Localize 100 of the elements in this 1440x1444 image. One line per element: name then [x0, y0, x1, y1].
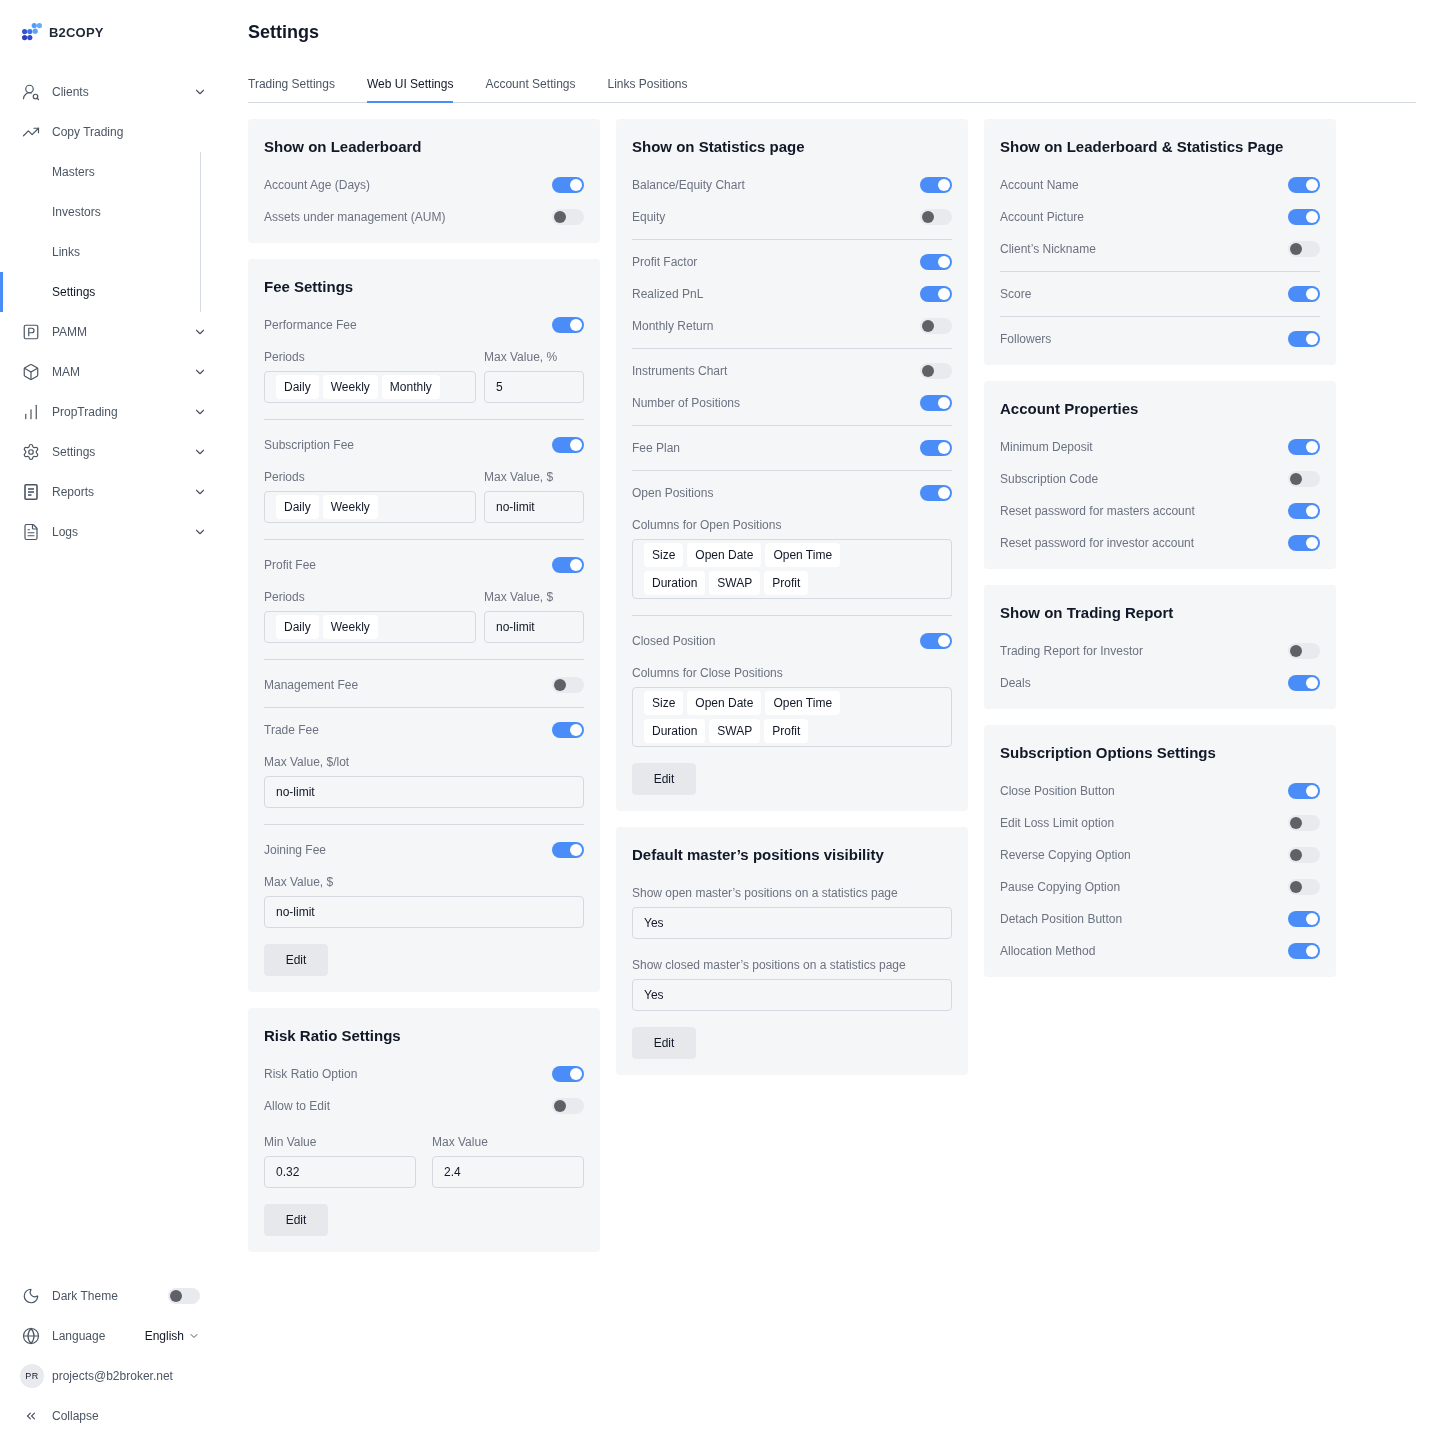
setting-label: Allocation Method	[1000, 943, 1096, 960]
nav-item[interactable]: Logs	[0, 512, 224, 552]
tab[interactable]: Web UI Settings	[366, 76, 454, 103]
toggle-switch[interactable]	[920, 318, 952, 334]
setting-label: Joining Fee	[264, 842, 327, 859]
nav-item[interactable]: PAMM	[0, 312, 224, 352]
toggle-switch[interactable]	[552, 1098, 584, 1114]
toggle-switch[interactable]	[1288, 439, 1320, 455]
input-field[interactable]: Yes	[632, 907, 952, 939]
input-field[interactable]: 5	[484, 371, 584, 403]
setting-label: Dark Theme	[52, 1289, 119, 1303]
nav-item[interactable]: Copy Trading	[0, 112, 224, 152]
toggle-switch[interactable]	[1288, 643, 1320, 659]
input-field[interactable]: 0.32	[264, 1156, 416, 1188]
periods-field[interactable]: Daily Weekly	[264, 491, 476, 523]
toggle-switch[interactable]	[1288, 503, 1320, 519]
toggle-switch[interactable]	[1288, 675, 1320, 691]
toggle-switch[interactable]	[920, 286, 952, 302]
toggle-switch[interactable]	[920, 209, 952, 225]
toggle-switch[interactable]	[552, 317, 584, 333]
toggle-switch[interactable]	[168, 1288, 200, 1304]
nav-subitem[interactable]: Masters	[0, 152, 200, 192]
toggle-switch[interactable]	[920, 633, 952, 649]
toggle-switch[interactable]	[920, 177, 952, 193]
column-tag: Open Date	[687, 543, 762, 567]
toggle-switch[interactable]	[920, 363, 952, 379]
page-title: Settings	[248, 22, 319, 42]
toggle-switch[interactable]	[552, 437, 584, 453]
toggle-switch[interactable]	[1288, 209, 1320, 225]
field-label: Columns for Open Positions	[632, 517, 783, 534]
input-field[interactable]: 2.4	[432, 1156, 584, 1188]
toggle-switch[interactable]	[920, 440, 952, 456]
toggle-switch[interactable]	[1288, 847, 1320, 863]
card-title: Show on Leaderboard	[264, 137, 423, 157]
toggle-switch[interactable]	[1288, 911, 1320, 927]
periods-field[interactable]: Daily Weekly Monthly	[264, 371, 476, 403]
setting-label: Followers	[1000, 331, 1052, 348]
toggle-switch[interactable]	[1288, 241, 1320, 257]
period-tag: Daily	[276, 615, 319, 639]
toggle-switch[interactable]	[1288, 783, 1320, 799]
toggle-switch[interactable]	[1288, 331, 1320, 347]
setting-label: Account Age (Days)	[264, 177, 371, 194]
nav-subitem[interactable]: Links	[0, 232, 200, 272]
setting-label: Closed Position	[632, 633, 716, 650]
card-title: Account Properties	[1000, 399, 1140, 419]
column-tag: Size	[644, 543, 684, 567]
edit-button[interactable]: Edit	[264, 1204, 328, 1236]
tab[interactable]: Links Positions	[607, 76, 688, 103]
collapse-button[interactable]: Collapse	[0, 1396, 99, 1436]
toggle-switch[interactable]	[1288, 879, 1320, 895]
cube-icon	[22, 363, 40, 381]
columns-field[interactable]: Size Open Date Open Time Duration SWAP Profit	[632, 539, 952, 599]
toggle-switch[interactable]	[552, 677, 584, 693]
toggle-switch[interactable]	[552, 722, 584, 738]
toggle-switch[interactable]	[1288, 286, 1320, 302]
input-field[interactable]: Yes	[632, 979, 952, 1011]
edit-button[interactable]: Edit	[264, 944, 328, 976]
setting-label: Balance/Equity Chart	[632, 177, 745, 194]
toggle-switch[interactable]	[552, 1066, 584, 1082]
input-field[interactable]: no-limit	[264, 896, 584, 928]
setting-label: Trading Report for Investor	[1000, 643, 1143, 660]
setting-label: Profit Factor	[632, 254, 698, 271]
nav-subitem[interactable]: Investors	[0, 192, 200, 232]
toggle-switch[interactable]	[1288, 815, 1320, 831]
setting-label: Edit Loss Limit option	[1000, 815, 1115, 832]
toggle-switch[interactable]	[1288, 943, 1320, 959]
toggle-switch[interactable]	[920, 395, 952, 411]
toggle-switch[interactable]	[1288, 177, 1320, 193]
nav-item[interactable]: Clients	[0, 72, 224, 112]
toggle-switch[interactable]	[920, 254, 952, 270]
toggle-switch[interactable]	[552, 177, 584, 193]
period-tag: Weekly	[322, 375, 378, 399]
card-title: Show on Leaderboard & Statistics Page	[1000, 137, 1285, 157]
nav-subitem[interactable]: Settings	[0, 272, 200, 312]
period-tag: Daily	[276, 495, 319, 519]
toggle-switch[interactable]	[552, 842, 584, 858]
toggle-switch[interactable]	[920, 485, 952, 501]
columns-field[interactable]: Size Open Date Open Time Duration SWAP Profit	[632, 687, 952, 747]
nav-item[interactable]: MAM	[0, 352, 224, 392]
nav-item[interactable]: Settings	[0, 432, 224, 472]
column-tag: SWAP	[709, 571, 761, 595]
setting-label: Language	[52, 1329, 107, 1343]
input-field[interactable]: no-limit	[484, 491, 584, 523]
toggle-switch[interactable]	[552, 557, 584, 573]
setting-label: Close Position Button	[1000, 783, 1115, 800]
setting-label: Fee Plan	[632, 440, 681, 457]
toggle-switch[interactable]	[1288, 535, 1320, 551]
tab[interactable]: Trading Settings	[248, 76, 335, 103]
input-field[interactable]: no-limit	[484, 611, 584, 643]
edit-button[interactable]: Edit	[632, 1027, 696, 1059]
nav-item[interactable]: PropTrading	[0, 392, 224, 432]
nav-item[interactable]: Reports	[0, 472, 224, 512]
toggle-switch[interactable]	[1288, 471, 1320, 487]
tab[interactable]: Account Settings	[485, 76, 576, 103]
input-field[interactable]: no-limit	[264, 776, 584, 808]
periods-field[interactable]: Daily Weekly	[264, 611, 476, 643]
toggle-switch[interactable]	[552, 209, 584, 225]
language-select[interactable]: English	[144, 1329, 200, 1343]
field-label: Max Value, $	[264, 874, 335, 891]
edit-button[interactable]: Edit	[632, 763, 696, 795]
